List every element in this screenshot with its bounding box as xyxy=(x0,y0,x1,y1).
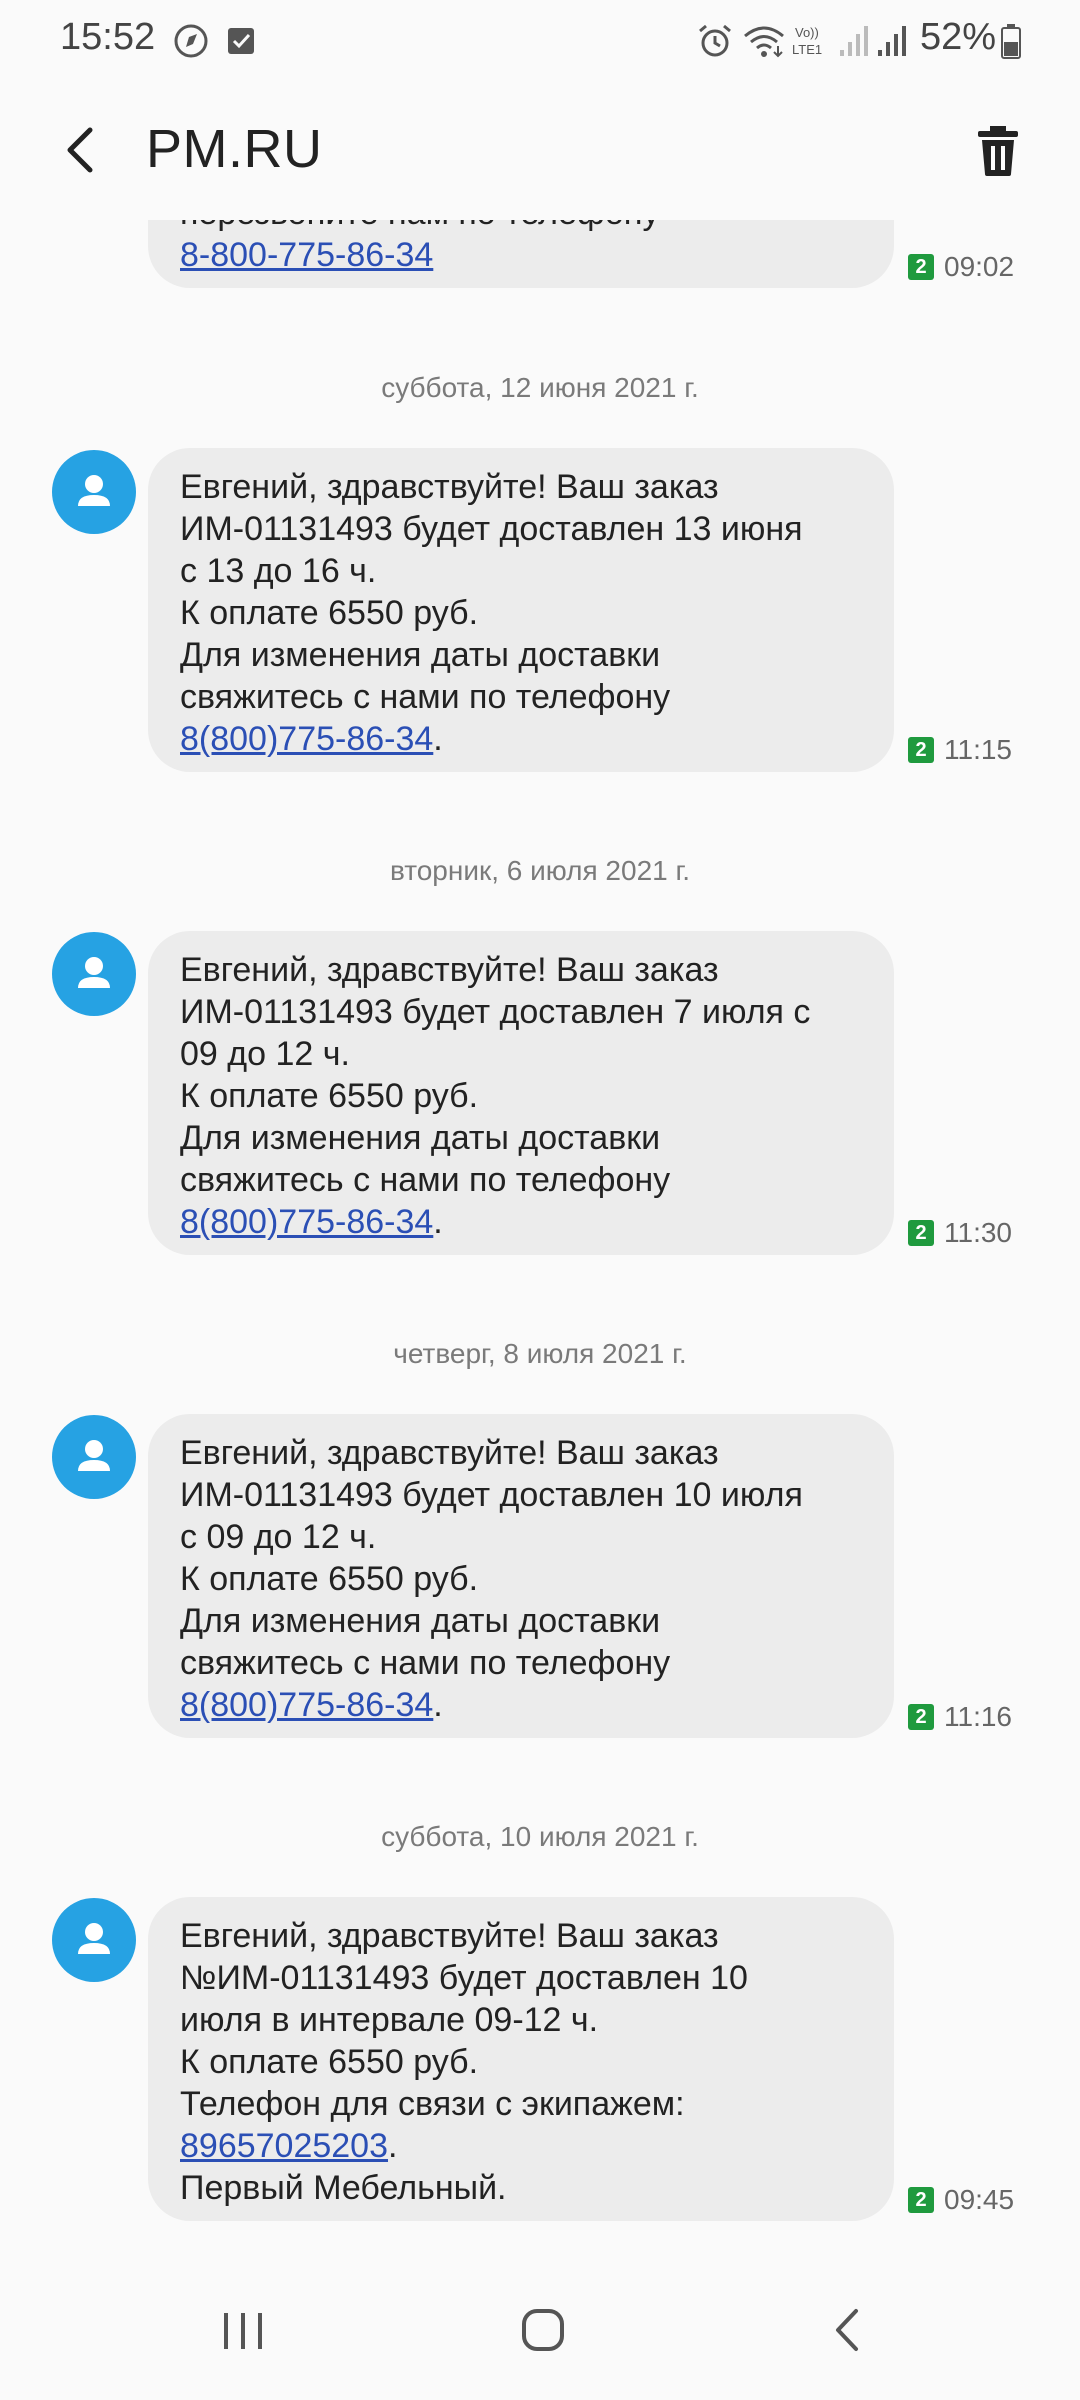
message-time: 09:45 xyxy=(944,2184,1015,2215)
sim-2-badge: 2 xyxy=(908,737,934,763)
message-bubble[interactable]: Евгений, здравствуйте! Ваш заказ ИМ-0113… xyxy=(148,448,894,772)
message-bubble[interactable]: Евгений, здравствуйте! Ваш заказ ИМ-0113… xyxy=(148,931,894,1255)
signal-icon xyxy=(840,26,868,56)
message-link-line: 8(800)775-86-34. xyxy=(180,1684,870,1726)
message-time: 11:16 xyxy=(944,1701,1012,1732)
sim-2-badge: 2 xyxy=(908,1220,934,1246)
message-line: Для изменения даты доставки xyxy=(180,1602,661,1640)
phone-link[interactable]: 8(800)775-86-34 xyxy=(180,1686,433,1724)
battery-percent: 52% xyxy=(920,16,997,58)
status-bar: 15:52 Vo)) LTE1 52% xyxy=(0,0,1080,80)
date-separator: вторник, 6 июля 2021 г. xyxy=(389,855,691,886)
message-line: №ИМ-01131493 будет доставлен 10 xyxy=(180,1959,748,1997)
navigation-bar xyxy=(0,2265,1080,2400)
phone-link[interactable]: 8-800-775-86-34 xyxy=(180,236,433,274)
message-line: свяжитесь с нами по телефону xyxy=(180,1161,671,1199)
message-line: Евгений, здравствуйте! Ваш заказ xyxy=(180,951,719,989)
message-meta: 2 11:15 xyxy=(908,733,1012,767)
date-separator: четверг, 8 июля 2021 г. xyxy=(393,1338,687,1369)
person-icon xyxy=(78,957,110,988)
message-link-line: 8(800)775-86-34. xyxy=(180,1201,870,1243)
link-suffix: . xyxy=(433,1686,443,1724)
message-line: Евгений, здравствуйте! Ваш заказ xyxy=(180,468,719,506)
message-line: К оплате 6550 руб. xyxy=(180,2043,479,2081)
message-line: свяжитесь с нами по телефону xyxy=(180,678,671,716)
phone-link[interactable]: 8(800)775-86-34 xyxy=(180,720,433,758)
back-icon xyxy=(836,2309,858,2351)
recent-apps-icon xyxy=(224,2313,262,2349)
message-meta: 2 09:02 xyxy=(908,250,1014,284)
message-line: Евгений, здравствуйте! Ваш заказ xyxy=(180,1917,719,1955)
message-line: ИМ-01131493 будет доставлен 7 июля с xyxy=(180,993,811,1031)
person-icon xyxy=(78,1440,110,1471)
contact-avatar[interactable] xyxy=(52,1415,136,1499)
contact-avatar[interactable] xyxy=(52,1898,136,1982)
app-bar: PM.RU xyxy=(0,80,1080,220)
message-line: ИМ-01131493 будет доставлен 10 июля xyxy=(180,1476,803,1514)
message-time: 11:15 xyxy=(944,734,1012,765)
conversation-list[interactable]: перезвоните нам по телефону 8-800-775-86… xyxy=(0,0,1080,2400)
date-separator: суббота, 10 июля 2021 г. xyxy=(381,1821,699,1852)
sim-2-badge: 2 xyxy=(908,1704,934,1730)
delete-button[interactable] xyxy=(966,118,1030,182)
message-meta: 2 11:16 xyxy=(908,1700,1012,1734)
message-line: К оплате 6550 руб. xyxy=(180,1560,479,1598)
link-suffix: . xyxy=(433,1203,443,1241)
message-line: Евгений, здравствуйте! Ваш заказ xyxy=(180,1434,719,1472)
volte-lte-icon: Vo)) LTE1 xyxy=(792,25,822,57)
status-time: 15:52 xyxy=(60,16,156,58)
link-suffix: . xyxy=(388,2127,398,2165)
message-link-line: 89657025203. xyxy=(180,2125,870,2167)
alarm-icon xyxy=(699,24,731,57)
contact-avatar[interactable] xyxy=(52,932,136,1016)
sim-2-badge: 2 xyxy=(908,2187,934,2213)
message-line: К оплате 6550 руб. xyxy=(180,1077,479,1115)
sim-2-badge: 2 xyxy=(908,254,934,280)
person-icon xyxy=(78,475,110,506)
date-separator: суббота, 12 июня 2021 г. xyxy=(381,372,699,403)
trash-icon xyxy=(978,126,1018,176)
message-line: Для изменения даты доставки xyxy=(180,1119,661,1157)
message-line: с 09 до 12 ч. xyxy=(180,1518,377,1556)
wifi-icon xyxy=(744,26,784,58)
message-link-line: 8-800-775-86-34 xyxy=(180,234,870,276)
svg-text:LTE1: LTE1 xyxy=(792,42,822,57)
person-icon xyxy=(78,1923,110,1954)
message-bubble[interactable]: Евгений, здравствуйте! Ваш заказ №ИМ-011… xyxy=(148,1897,894,2221)
message-line: ИМ-01131493 будет доставлен 13 июня xyxy=(180,510,803,548)
nav-back-button[interactable] xyxy=(812,2295,882,2365)
message-line: 09 до 12 ч. xyxy=(180,1035,350,1073)
svg-text:Vo)): Vo)) xyxy=(795,25,819,40)
message-line: свяжитесь с нами по телефону xyxy=(180,1644,671,1682)
message-bubble[interactable]: Евгений, здравствуйте! Ваш заказ ИМ-0113… xyxy=(148,1414,894,1738)
back-button[interactable] xyxy=(50,118,114,182)
phone-link[interactable]: 8(800)775-86-34 xyxy=(180,1203,433,1241)
recent-apps-button[interactable] xyxy=(208,2295,278,2365)
message-time: 09:02 xyxy=(944,251,1015,282)
message-meta: 2 09:45 xyxy=(908,2183,1014,2217)
message-time: 11:30 xyxy=(944,1217,1012,1248)
message-line: с 13 до 16 ч. xyxy=(180,552,377,590)
signal-icon xyxy=(878,26,906,56)
message-line: июля в интервале 09-12 ч. xyxy=(180,2001,599,2039)
home-icon xyxy=(522,2309,564,2351)
message-line: К оплате 6550 руб. xyxy=(180,594,479,632)
home-button[interactable] xyxy=(508,2295,578,2365)
phone-link[interactable]: 89657025203 xyxy=(180,2127,388,2165)
message-line: Для изменения даты доставки xyxy=(180,636,661,674)
checkbox-notification-icon xyxy=(228,28,254,54)
message-link-line: 8(800)775-86-34. xyxy=(180,718,870,760)
conversation-title: PM.RU xyxy=(146,119,323,179)
message-line: Телефон для связи с экипажем: xyxy=(180,2085,685,2123)
media-player-icon xyxy=(174,24,208,58)
back-arrow-icon xyxy=(67,127,93,173)
message-meta: 2 11:30 xyxy=(908,1216,1012,1250)
link-suffix: . xyxy=(433,720,443,758)
contact-avatar[interactable] xyxy=(52,450,136,534)
message-line: Первый Мебельный. xyxy=(180,2169,507,2207)
battery-icon xyxy=(1001,24,1021,59)
